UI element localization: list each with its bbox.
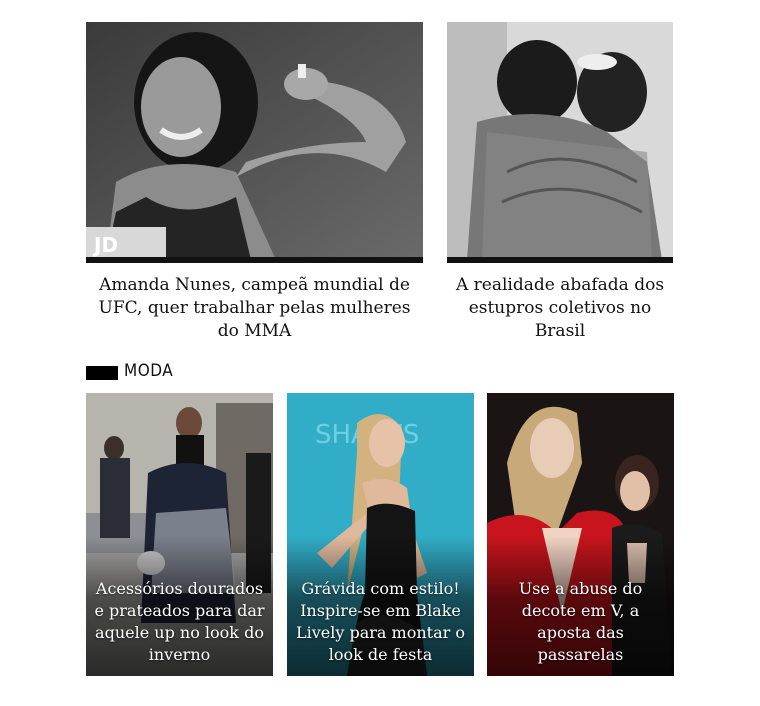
feature-article-2[interactable]: A realidade abafada dos estupros coletiv… (447, 22, 673, 341)
feature-title-2[interactable]: A realidade abafada dos estupros coletiv… (447, 274, 673, 343)
card-caption-1[interactable]: Acessórios dourados e prateados para dar… (92, 578, 267, 666)
section-marker (86, 366, 118, 380)
moda-card-2[interactable]: SHA WS Grávida com estilo! Inspire-se em… (287, 393, 474, 676)
svg-text:JD: JD (92, 233, 118, 257)
moda-card-3[interactable]: Use a abuse do decote em V, a aposta das… (487, 393, 674, 676)
feature-title-1[interactable]: Amanda Nunes, campeã mundial de UFC, que… (86, 274, 423, 343)
section-title[interactable]: MODA (124, 361, 173, 381)
feature-article-1[interactable]: JD Amanda Nunes, campeã mundial de UFC, … (86, 22, 423, 341)
feature-image-1[interactable]: JD (86, 22, 423, 260)
feature-underline-2 (447, 257, 673, 263)
feature-image-2[interactable] (447, 22, 673, 260)
feature-underline-1 (86, 257, 423, 263)
card-caption-3[interactable]: Use a abuse do decote em V, a aposta das… (493, 578, 668, 666)
moda-card-1[interactable]: Acessórios dourados e prateados para dar… (86, 393, 273, 676)
card-caption-2[interactable]: Grávida com estilo! Inspire-se em Blake … (293, 578, 468, 666)
